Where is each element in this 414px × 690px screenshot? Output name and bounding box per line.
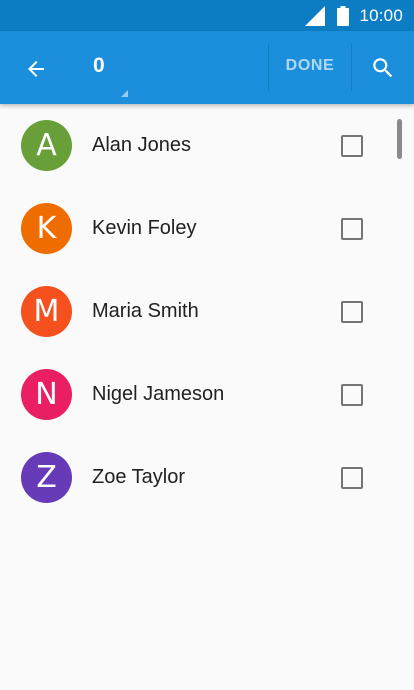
dropdown-indicator-icon	[121, 90, 128, 97]
contact-name: Kevin Foley	[92, 217, 197, 239]
contact-row[interactable]: A Alan Jones	[0, 104, 414, 187]
contact-row[interactable]: K Kevin Foley	[0, 187, 414, 270]
status-time: 10:00	[359, 5, 403, 25]
contact-name: Zoe Taylor	[92, 466, 186, 488]
battery-icon	[337, 5, 350, 26]
divider	[351, 43, 352, 91]
contact-row[interactable]: N Nigel Jameson	[0, 353, 414, 436]
contact-checkbox[interactable]	[341, 217, 363, 240]
contact-checkbox[interactable]	[341, 466, 363, 489]
avatar: M	[21, 286, 72, 337]
scrollbar[interactable]	[397, 119, 402, 159]
avatar: K	[21, 203, 72, 254]
contact-row[interactable]: M Maria Smith	[0, 270, 414, 353]
contact-checkbox[interactable]	[341, 134, 363, 157]
divider	[268, 43, 269, 91]
contact-name: Nigel Jameson	[92, 383, 225, 405]
back-button[interactable]	[22, 55, 50, 83]
arrow-back-icon	[28, 61, 44, 77]
avatar: A	[21, 120, 72, 171]
avatar: N	[21, 369, 72, 420]
contact-checkbox[interactable]	[341, 300, 363, 323]
done-button[interactable]: DONE	[277, 57, 343, 75]
contact-list: A Alan Jones K Kevin Foley M Maria Smith…	[0, 104, 414, 519]
contact-checkbox[interactable]	[341, 383, 363, 406]
search-icon[interactable]	[370, 55, 396, 81]
contact-row[interactable]: Z Zoe Taylor	[0, 436, 414, 519]
app-bar: 0 DONE	[0, 31, 414, 104]
status-bar: 10:00	[0, 0, 414, 31]
signal-icon	[305, 5, 326, 26]
avatar: Z	[21, 452, 72, 503]
contact-name: Alan Jones	[92, 134, 191, 156]
selected-count[interactable]: 0	[93, 54, 105, 78]
contact-name: Maria Smith	[92, 300, 199, 322]
